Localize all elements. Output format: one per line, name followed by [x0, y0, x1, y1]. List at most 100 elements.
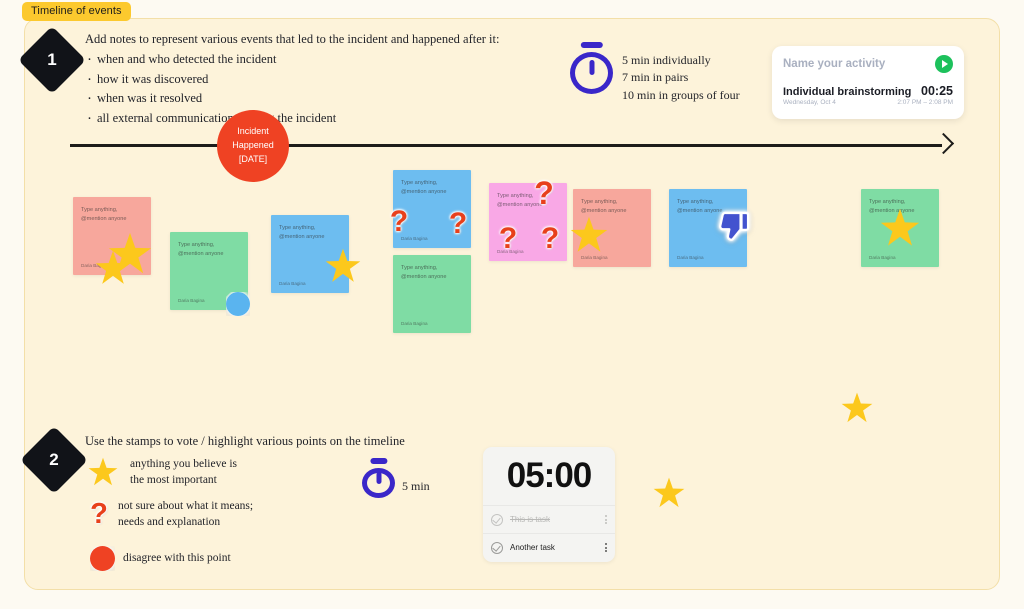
- timer-task-row[interactable]: Another task: [483, 533, 615, 561]
- star-stamp[interactable]: [880, 208, 920, 248]
- incident-line-3: [DATE]: [238, 153, 268, 164]
- star-icon: [325, 248, 361, 282]
- sticky-note-author: Daria Bagina: [677, 255, 704, 260]
- star-icon: [570, 216, 608, 252]
- step-2-number: 2: [49, 450, 59, 469]
- stopwatch-icon: [362, 458, 395, 498]
- red-blob-icon: [90, 546, 115, 571]
- question-stamp[interactable]: ?: [88, 498, 110, 530]
- star-stamp[interactable]: [325, 248, 361, 284]
- stopwatch-hand: [589, 59, 594, 76]
- play-icon[interactable]: [935, 55, 953, 73]
- question-stamp[interactable]: ?: [497, 222, 519, 256]
- task-label: Another task: [510, 543, 555, 552]
- step-1-number: 1: [47, 50, 57, 69]
- timing-line-1: 5 min individually: [622, 53, 711, 67]
- timer-widget[interactable]: 05:00 This is task Another task: [483, 447, 615, 562]
- sticky-note-placeholder: Type anything, @mention anyone: [178, 242, 224, 257]
- question-stamp[interactable]: ?: [539, 222, 561, 256]
- activity-card-main: Individual brainstorming 00:25: [783, 84, 953, 98]
- question-stamp[interactable]: ?: [447, 207, 469, 241]
- legend-disagree-text: disagree with this point: [123, 550, 231, 566]
- disagree-stamp[interactable]: [226, 292, 250, 316]
- activity-name-input[interactable]: Name your activity: [783, 58, 885, 70]
- legend-disagree-line-1: disagree with this point: [123, 552, 231, 565]
- question-mark-icon: ?: [90, 498, 108, 531]
- sticky-note-placeholder: Type anything, @mention anyone: [401, 265, 447, 280]
- step-1-lead: Add notes to represent various events th…: [85, 32, 500, 46]
- legend-star-line-2: the most important: [130, 474, 217, 487]
- legend-star-line-1: anything you believe is: [130, 458, 237, 470]
- star-stamp[interactable]: [88, 457, 118, 487]
- question-mark-icon: ?: [448, 207, 468, 240]
- sticky-note-author: Daria Bagina: [279, 281, 306, 286]
- sticky-note-placeholder: Type anything, @mention anyone: [581, 199, 627, 214]
- incident-line-2: Happened: [232, 140, 274, 151]
- sticky-note-placeholder: Type anything, @mention anyone: [81, 207, 127, 222]
- board-title-tag: Timeline of events: [22, 2, 131, 21]
- sticky-note-author: Daria Bagina: [581, 255, 608, 260]
- activity-card-meta: Wednesday, Oct 4 2:07 PM – 2:08 PM: [783, 99, 953, 106]
- task-label: This is task: [510, 515, 551, 524]
- step-2-badge: 2: [20, 426, 88, 494]
- task-menu-icon[interactable]: [605, 515, 607, 524]
- question-mark-icon: ?: [534, 175, 554, 211]
- incident-line-1: Incident: [237, 126, 269, 137]
- question-stamp[interactable]: ?: [532, 175, 556, 211]
- sticky-note-author: Daria Bagina: [401, 321, 428, 326]
- stopwatch-crown: [369, 458, 388, 464]
- step-2-lead: Use the stamps to vote / highlight vario…: [85, 434, 405, 448]
- sticky-note[interactable]: Type anything, @mention anyone Daria Bag…: [393, 255, 471, 333]
- legend-item-disagree: disagree with this point: [90, 546, 231, 571]
- activity-duration: 00:25: [921, 84, 953, 98]
- thumbs-down-stamp[interactable]: [719, 211, 750, 243]
- stopwatch-crown: [580, 42, 603, 48]
- disagree-stamp[interactable]: [90, 546, 115, 571]
- sticky-note-placeholder: Type anything, @mention anyone: [401, 180, 447, 195]
- star-stamp[interactable]: [570, 216, 608, 254]
- star-icon: [880, 208, 920, 246]
- activity-card-header: Name your activity: [783, 55, 953, 73]
- blue-blob-icon: [226, 292, 250, 316]
- timing-line-2: 7 min in pairs: [622, 70, 689, 85]
- star-icon: [95, 250, 131, 284]
- star-icon: [88, 457, 118, 486]
- thumbs-down-icon: [719, 211, 750, 241]
- timer-display: 05:00: [506, 456, 593, 495]
- question-stamp[interactable]: ?: [388, 205, 410, 239]
- task-check-icon[interactable]: [491, 513, 503, 526]
- star-icon: [653, 477, 685, 508]
- task-check-icon[interactable]: [491, 541, 503, 554]
- stopwatch-hand: [376, 471, 381, 484]
- task-menu-icon[interactable]: [605, 543, 607, 552]
- timing-line-3: 10 min in groups of four: [622, 87, 740, 102]
- legend-item-question: ? not sure about what it means; needs an…: [88, 498, 253, 530]
- timing-guidance: 5 min individually 7 min in pairs 10 min…: [622, 52, 740, 104]
- step-1-bullet: all external communications during the i…: [85, 107, 555, 131]
- legend-question-line-1: not sure about what it means;: [118, 500, 254, 512]
- activity-card[interactable]: Name your activity Individual brainstorm…: [772, 46, 964, 119]
- question-mark-icon: ?: [540, 222, 560, 255]
- question-mark-icon: ?: [498, 222, 518, 255]
- legend-star-text: anything you believe is the most importa…: [130, 456, 237, 488]
- star-stamp[interactable]: [95, 250, 131, 286]
- legend-question-line-2: needs and explanation: [118, 516, 221, 529]
- activity-date: Wednesday, Oct 4: [783, 99, 836, 106]
- sticky-note-author: Daria Bagina: [178, 298, 205, 303]
- star-stamp[interactable]: [841, 392, 873, 424]
- star-stamp[interactable]: [653, 477, 685, 509]
- sticky-note-author: Daria Bagina: [869, 255, 896, 260]
- step-2-instructions: Use the stamps to vote / highlight vario…: [85, 432, 505, 452]
- timeline-axis: [70, 144, 942, 147]
- activity-time-range: 2:07 PM – 2:08 PM: [897, 99, 953, 106]
- step-1-bullet: when and who detected the incident: [85, 49, 555, 73]
- legend-question-text: not sure about what it means; needs and …: [118, 498, 253, 530]
- star-icon: [841, 392, 873, 423]
- step-1-bullet: when was it resolved: [85, 88, 555, 112]
- step-1-instructions: Add notes to represent various events th…: [85, 30, 555, 131]
- timer-task-row[interactable]: This is task: [483, 505, 615, 533]
- stopwatch-icon: [570, 42, 613, 94]
- sticky-note-placeholder: Type anything, @mention anyone: [279, 225, 325, 240]
- step-1-bullet: how it was discovered: [85, 69, 555, 93]
- step-1-bullet-list: when and who detected the incident how i…: [85, 49, 555, 131]
